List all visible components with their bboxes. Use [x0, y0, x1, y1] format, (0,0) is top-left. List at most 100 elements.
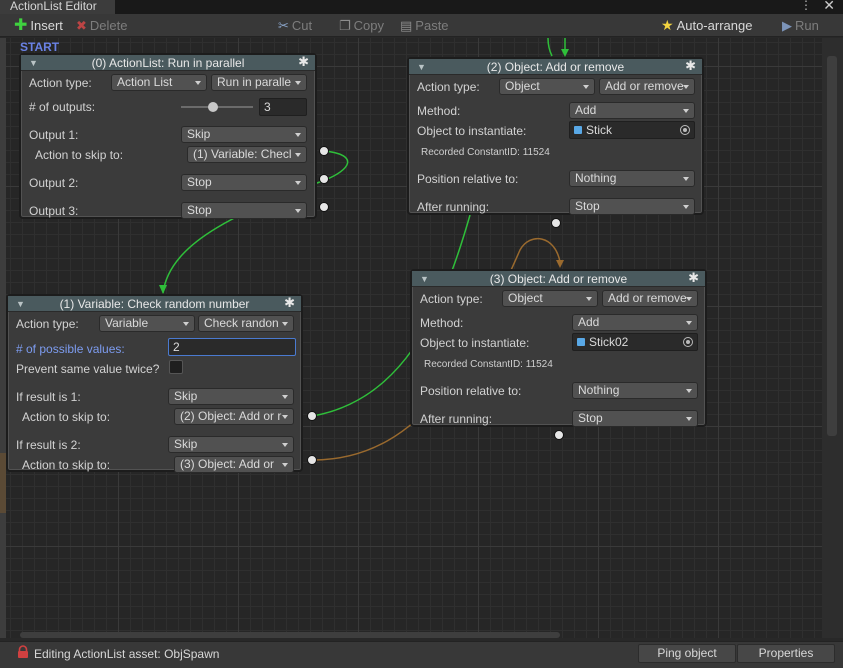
node-header[interactable]: ▼ (3) Object: Add or remove ✱: [412, 270, 705, 287]
after-running-dropdown[interactable]: Stop: [572, 410, 698, 427]
position-label: Position relative to:: [420, 384, 522, 398]
properties-button[interactable]: Properties: [737, 644, 835, 663]
method-dropdown[interactable]: Add: [572, 314, 698, 331]
result2-label: If result is 2:: [16, 438, 81, 452]
after-running-label: After running:: [420, 412, 493, 426]
window-tab[interactable]: ActionList Editor: [0, 0, 115, 14]
copy-label: Copy: [353, 18, 385, 33]
object-field[interactable]: Stick: [569, 121, 695, 139]
node-0-run-in-parallel[interactable]: ▼ (0) ActionList: Run in parallel ✱ Acti…: [19, 53, 317, 219]
after-running-value: Stop: [578, 411, 603, 425]
node0-output2-port[interactable]: [319, 174, 329, 184]
result1-label: If result is 1:: [16, 390, 81, 404]
node0-output1-port[interactable]: [319, 146, 329, 156]
position-dropdown[interactable]: Nothing: [569, 170, 695, 187]
action-type-value: Variable: [105, 316, 149, 330]
after-running-value: Stop: [575, 199, 600, 213]
node-header[interactable]: ▼ (1) Variable: Check random number ✱: [8, 295, 301, 312]
action-subtype-dropdown[interactable]: Add or remove: [599, 78, 695, 95]
position-label: Position relative to:: [417, 172, 519, 186]
node3-output-port[interactable]: [554, 430, 564, 440]
star-icon: ★: [661, 17, 674, 33]
output2-dropdown[interactable]: Stop: [181, 174, 307, 191]
output1-label: Output 1:: [29, 128, 79, 142]
after-running-label: After running:: [417, 200, 490, 214]
method-label: Method:: [417, 104, 461, 118]
output1-dropdown[interactable]: Skip: [181, 126, 307, 143]
status-bar: Editing ActionList asset: ObjSpawn Ping …: [0, 641, 843, 668]
vertical-scrollbar-thumb[interactable]: [827, 56, 837, 436]
possible-values-field[interactable]: 2: [168, 338, 296, 356]
action-type-dropdown[interactable]: Object: [502, 290, 598, 307]
prevent-same-label: Prevent same value twice?: [16, 362, 160, 376]
status-message: Editing ActionList asset: ObjSpawn: [34, 647, 220, 661]
collapse-triangle-icon[interactable]: ▼: [29, 55, 38, 71]
position-value: Nothing: [575, 171, 617, 185]
run-button[interactable]: ▶ Run: [782, 14, 819, 37]
collapse-triangle-icon[interactable]: ▼: [420, 271, 429, 287]
method-dropdown[interactable]: Add: [569, 102, 695, 119]
action-type-dropdown[interactable]: Action List: [111, 74, 207, 91]
horizontal-scrollbar[interactable]: [20, 632, 560, 638]
node0-output3-port[interactable]: [319, 202, 329, 212]
after-running-dropdown[interactable]: Stop: [569, 198, 695, 215]
node-header[interactable]: ▼ (0) ActionList: Run in parallel ✱: [21, 54, 315, 71]
output3-dropdown[interactable]: Stop: [181, 202, 307, 219]
ping-object-button[interactable]: Ping object: [638, 644, 736, 663]
outputs-slider-knob[interactable]: [208, 102, 219, 112]
node1-result1-port[interactable]: [307, 411, 317, 421]
action-type-value: Action List: [117, 75, 173, 89]
node-1-check-random-number[interactable]: ▼ (1) Variable: Check random number ✱ Ac…: [6, 294, 303, 473]
node-header[interactable]: ▼ (2) Object: Add or remove ✱: [409, 58, 702, 75]
node-title: (0) ActionList: Run in parallel: [91, 56, 245, 70]
possible-values-label: # of possible values:: [16, 342, 125, 356]
collapse-triangle-icon[interactable]: ▼: [16, 296, 25, 312]
result1-dropdown[interactable]: Skip: [168, 388, 294, 405]
object-field[interactable]: Stick02: [572, 333, 698, 351]
collapse-triangle-icon[interactable]: ▼: [417, 59, 426, 75]
copy-icon: ❐: [339, 18, 351, 33]
clipboard-icon: ▤: [400, 18, 413, 33]
paste-button[interactable]: ▤ Paste: [400, 14, 449, 37]
node1-result2-port[interactable]: [307, 455, 317, 465]
prevent-same-checkbox[interactable]: [169, 360, 183, 374]
auto-arrange-label: Auto-arrange: [676, 18, 753, 33]
insert-button[interactable]: ✚ Insert: [14, 14, 63, 37]
action-subtype-dropdown[interactable]: Add or remove: [602, 290, 698, 307]
auto-arrange-button[interactable]: ★ Auto-arrange: [661, 14, 752, 37]
gear-icon[interactable]: ✱: [298, 54, 309, 70]
close-icon[interactable]: ✕: [823, 0, 835, 14]
action-type-dropdown[interactable]: Object: [499, 78, 595, 95]
skip1-dropdown[interactable]: (2) Object: Add or r: [174, 408, 294, 425]
node-3-object-add-or-remove[interactable]: ▼ (3) Object: Add or remove ✱ Action typ…: [410, 269, 707, 427]
vertical-scrollbar[interactable]: [822, 38, 843, 638]
outputs-field[interactable]: 3: [259, 98, 307, 116]
action-type-dropdown[interactable]: Variable: [99, 315, 195, 332]
constant-id-text: Recorded ConstantID: 11524: [421, 147, 550, 158]
action-subtype-dropdown[interactable]: Check randon: [198, 315, 294, 332]
position-value: Nothing: [578, 383, 620, 397]
skip2-dropdown[interactable]: (3) Object: Add or: [174, 456, 294, 473]
position-dropdown[interactable]: Nothing: [572, 382, 698, 399]
object-picker-icon[interactable]: [683, 337, 693, 347]
node-2-object-add-or-remove[interactable]: ▼ (2) Object: Add or remove ✱ Action typ…: [407, 57, 704, 215]
gear-icon[interactable]: ✱: [688, 270, 699, 286]
result2-value: Skip: [174, 437, 198, 451]
delete-button[interactable]: ✖ Delete: [76, 14, 127, 37]
toolbar: ✚ Insert ✖ Delete ✂ Cut ❐ Copy ▤ Paste ★ Auto-…: [0, 14, 843, 37]
action-subtype-value: Run in paralle: [217, 75, 292, 89]
more-options-icon[interactable]: ⋮: [800, 0, 813, 12]
gear-icon[interactable]: ✱: [685, 58, 696, 74]
skip-to-dropdown[interactable]: (1) Variable: Checl: [187, 146, 307, 163]
action-subtype-dropdown[interactable]: Run in paralle: [211, 74, 307, 91]
result2-dropdown[interactable]: Skip: [168, 436, 294, 453]
cut-button[interactable]: ✂ Cut: [278, 14, 312, 37]
action-type-label: Action type:: [16, 317, 79, 331]
object-picker-icon[interactable]: [680, 125, 690, 135]
gear-icon[interactable]: ✱: [284, 295, 295, 311]
skip1-label: Action to skip to:: [22, 410, 111, 424]
copy-button[interactable]: ❐ Copy: [339, 14, 384, 37]
node2-output-port[interactable]: [551, 218, 561, 228]
output3-value: Stop: [187, 203, 212, 217]
delete-label: Delete: [89, 18, 128, 33]
